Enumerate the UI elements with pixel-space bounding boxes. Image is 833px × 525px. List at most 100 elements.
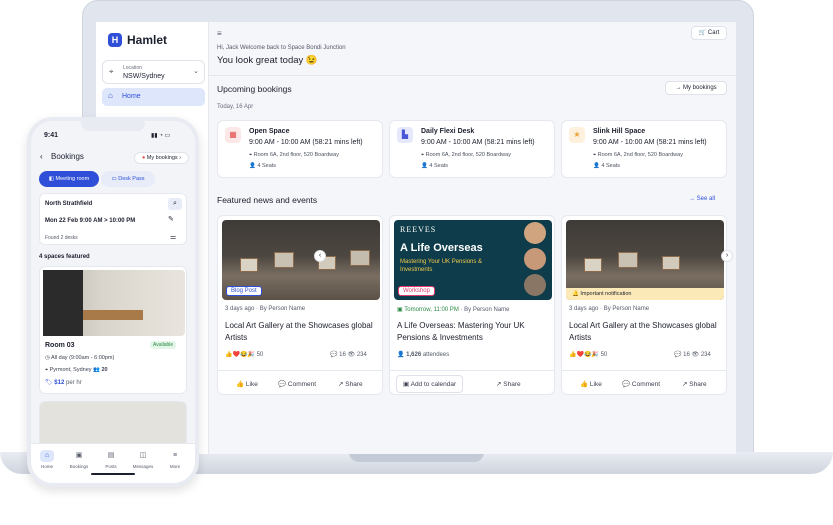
phone-screen: 9:41 ▮▮ ◔ ▭ ‹ Bookings ● My bookings › ◧… [31,121,195,483]
bell-icon: 🔔 [572,291,579,297]
comment-button[interactable]: 💬 Comment [278,380,316,388]
easel-painting [240,258,258,272]
see-all-link[interactable]: → See all [689,196,715,202]
cart-button[interactable]: 🛒 Cart [691,26,727,40]
search-panel: North Strathfield ⌕ Mon 22 Feb 9:00 AM >… [39,193,187,245]
comment-button[interactable]: 💬 Comment [622,380,660,388]
news-title: Featured news and events [217,195,318,205]
search-location[interactable]: North Strathfield [45,201,92,207]
tab-meeting-label: Meeting room [55,176,90,182]
desk-icon: ▭ [111,176,117,182]
nav-messages[interactable]: ◫ Messages [127,450,159,469]
home-icon: ⌂ [40,450,54,462]
easel-painting [662,256,680,270]
like-label: Like [245,381,258,388]
tag-badge: Workshop [398,286,435,296]
speaker-avatar [524,222,546,244]
back-arrow-icon[interactable]: ‹ [40,152,43,161]
space-card[interactable] [39,401,187,449]
news-stats: 👤 1,626 attendees [397,351,449,358]
booking-card[interactable]: ▙ Daily Flexi Desk 9:00 AM - 10:00 AM (58:… [389,120,555,178]
event-time: Tomorrow, 11:00 PM [404,307,459,313]
share-icon: ↗ [682,381,688,388]
menu-toggle-icon[interactable]: ≡ [217,29,222,38]
arrow-right-icon: → [689,196,695,202]
location-pin-icon: ⌖ [421,152,425,158]
news-card[interactable]: REEVES A Life Overseas Mastering Your UK… [389,215,555,395]
tag-badge: Blog Post [226,286,262,296]
news-headline[interactable]: A Life Overseas: Mastering Your UK Pensi… [397,320,552,344]
thumbs-up-icon: 👍 [580,381,589,388]
tab-meeting-room[interactable]: ◧ Meeting room [39,171,99,187]
booking-seats-text: 4 Seats [257,163,277,169]
news-headline[interactable]: Local Art Gallery at the Showcases globa… [569,320,724,344]
share-button[interactable]: ↗ Share [496,380,521,388]
arrow-right-icon: → [675,85,682,91]
share-button[interactable]: ↗ Share [338,380,363,388]
calendar-icon: ▣ [397,307,403,313]
filter-icon[interactable]: ⚌ [170,233,176,241]
news-actions: 👍 Like 💬 Comment ↗ Share [218,370,382,394]
reactions-icon: 👍❤️😂🎉 [225,352,255,358]
building-icon: ▦ [225,127,241,143]
space-card[interactable]: Room 03 Available ◷ All day (9:00am - 6:… [39,266,187,394]
booking-card[interactable]: ★ Slink Hill Space 9:00 AM - 10:00 AM (58:… [561,120,727,178]
price-unit: per hr [65,380,82,386]
main-content: ≡ 🛒 Cart Hi, Jack Welcome back to Space … [209,22,736,454]
nav-home[interactable]: ⌂ Home [31,450,63,469]
notification-label: Important notification [580,291,632,297]
location-pin-icon: ⌖ [593,152,597,158]
badge-icon: ● [141,155,146,161]
menu-icon: ≡ [172,452,178,459]
notification-banner: 🔔 Important notification [566,288,724,300]
location-value: NSW/Sydney [123,73,165,80]
sidebar-item-home[interactable]: ⌂ Home [102,88,205,106]
location-pin-icon: ⌖ [249,152,253,158]
booking-room-text: Room 6A, 2nd floor, 520 Boardway [253,152,339,158]
search-icon[interactable]: ⌕ [168,198,182,210]
like-button[interactable]: 👍 Like [580,380,602,388]
reaction-count: 50 [600,352,608,358]
featured-count: 4 spaces featured [39,254,90,260]
messages-icon: ◫ [139,452,147,459]
room-wall [43,270,83,336]
nav-bookings[interactable]: ▣ Bookings [63,450,95,469]
space-place-text: Pyrmont, Sydney [49,367,92,373]
calendar-icon: ▣ [75,452,83,459]
carousel-prev-button[interactable]: ‹ [314,250,326,262]
people-icon: 👥 [93,367,100,373]
comment-count: 16 [683,352,690,358]
space-price: 🏷 $12 per hr [45,379,82,386]
phone-page-title: Bookings [51,152,84,161]
booking-card[interactable]: ▦ Open Space 9:00 AM - 10:00 AM (58:21 min… [217,120,383,178]
tab-desk-pass[interactable]: ▭ Desk Pass [101,171,155,187]
news-card[interactable]: 🔔 Important notification 3 days ago · By… [561,215,727,395]
news-meta: 3 days ago · By Person Name [225,306,306,312]
user-icon: 👤 [593,163,600,169]
edit-icon[interactable]: ✎ [168,215,174,223]
share-button[interactable]: ↗ Share [682,380,707,388]
booking-time: 9:00 AM - 10:00 AM (58:21 mins left) [593,139,707,146]
booking-room-text: Room 6A, 2nd floor, 520 Boardway [425,152,511,158]
booking-time: 9:00 AM - 10:00 AM (58:21 mins left) [421,139,535,146]
posts-icon: ▤ [107,452,115,459]
my-bookings-button[interactable]: → My bookings [665,81,727,95]
phone-my-bookings-button[interactable]: ● My bookings › [134,152,189,164]
news-headline[interactable]: Local Art Gallery at the Showcases globa… [225,320,380,344]
like-button[interactable]: 👍 Like [236,380,258,388]
space-hours-text: All day (9:00am - 6:00pm) [51,355,115,361]
news-card[interactable]: Blog Post 3 days ago · By Person Name Lo… [217,215,383,395]
add-to-calendar-button[interactable]: ▣ Add to calendar [396,375,464,393]
location-pin-icon: ⌖ [109,67,114,76]
comment-label: Comment [287,381,317,388]
search-date-range[interactable]: Mon 22 Feb 9:00 AM > 10:00 PM [45,218,135,224]
nav-posts[interactable]: ▤ Posts [95,450,127,469]
tab-desk-label: Desk Pass [118,176,145,182]
easel-painting [584,258,602,272]
cart-icon: 🛒 [698,30,707,36]
carousel-next-button[interactable]: › [721,250,733,262]
eye-icon: 👁 [691,352,700,358]
location-selector[interactable]: ⌖ Location NSW/Sydney ⌄ [102,60,205,84]
share-label: Share [345,381,363,388]
nav-more[interactable]: ≡ More [159,450,191,469]
